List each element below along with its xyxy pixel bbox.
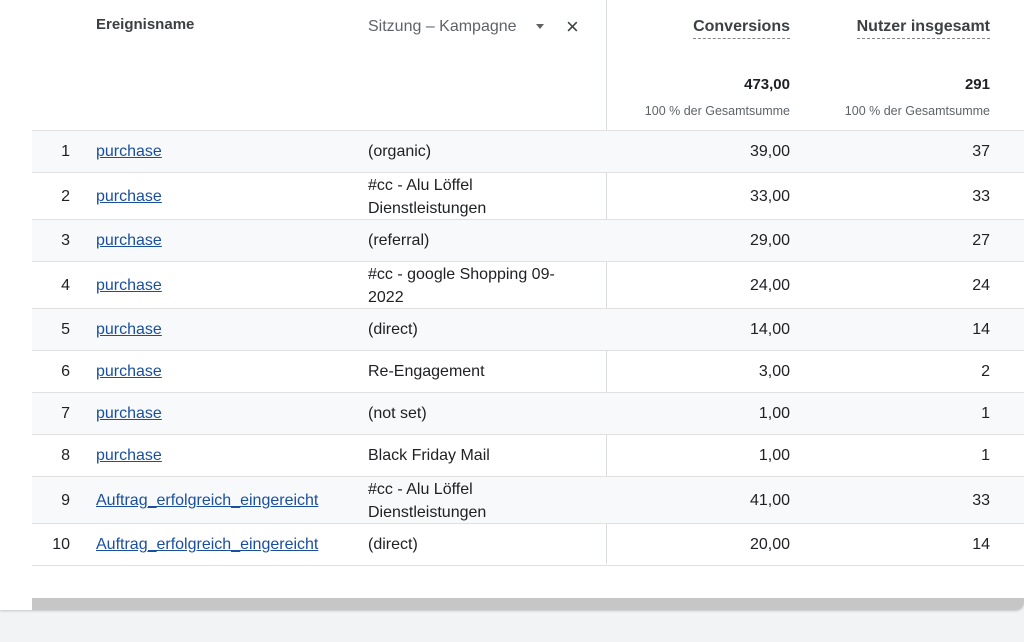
users-cell: 2 <box>981 363 990 380</box>
event-link[interactable]: Auftrag_erfolgreich_eingereicht <box>96 492 318 510</box>
campaign-cell: #cc - Alu Löffel Dienstleistungen <box>368 481 487 521</box>
table-row: 3 purchase (referral) 29,00 27 <box>32 220 1024 262</box>
users-cell: 37 <box>972 143 990 160</box>
event-link[interactable]: purchase <box>96 447 162 465</box>
conversions-total: 473,00 <box>744 76 790 93</box>
row-number: 3 <box>61 232 70 249</box>
campaign-cell: (direct) <box>368 321 418 338</box>
event-link[interactable]: purchase <box>96 143 162 161</box>
event-link[interactable]: purchase <box>96 277 162 295</box>
table-row: 2 purchase #cc - Alu Löffel Dienstleistu… <box>32 173 1024 220</box>
users-cell: 1 <box>981 447 990 464</box>
table-row: 7 purchase (not set) 1,00 1 <box>32 393 1024 435</box>
report-card: Ereignisname Sitzung – Kampagne × Conver… <box>0 0 1024 610</box>
users-total: 291 <box>964 76 990 93</box>
conversions-cell: 14,00 <box>749 321 790 338</box>
users-total-percent: 100 % der Gesamtsumme <box>844 104 990 118</box>
row-number: 5 <box>61 321 70 338</box>
event-name-column-header: Ereignisname <box>96 16 195 33</box>
event-link[interactable]: Auftrag_erfolgreich_eingereicht <box>96 536 318 554</box>
conversions-cell: 33,00 <box>749 188 790 205</box>
conversions-cell: 20,00 <box>749 536 790 553</box>
row-number: 10 <box>52 536 70 553</box>
table-row: 9 Auftrag_erfolgreich_eingereicht #cc - … <box>32 477 1024 524</box>
row-number: 9 <box>61 492 70 509</box>
row-number: 6 <box>61 363 70 380</box>
row-number: 1 <box>61 143 70 160</box>
conversions-cell: 24,00 <box>749 277 790 294</box>
event-link[interactable]: purchase <box>96 363 162 381</box>
users-cell: 33 <box>972 492 990 509</box>
campaign-cell: #cc - Alu Löffel Dienstleistungen <box>368 177 487 217</box>
conversions-cell: 39,00 <box>749 143 790 160</box>
data-table: Ereignisname Sitzung – Kampagne × Conver… <box>32 0 1024 566</box>
dimension-selector[interactable]: Sitzung – Kampagne <box>368 18 517 36</box>
campaign-cell: Black Friday Mail <box>368 447 490 464</box>
event-link[interactable]: purchase <box>96 321 162 339</box>
campaign-cell: Re-Engagement <box>368 363 485 380</box>
table-row: 10 Auftrag_erfolgreich_eingereicht (dire… <box>32 524 1024 566</box>
conversions-cell: 29,00 <box>749 232 790 249</box>
campaign-cell: (referral) <box>368 232 430 249</box>
dropdown-caret-icon[interactable] <box>536 24 544 29</box>
row-number: 7 <box>61 405 70 422</box>
conversions-cell: 1,00 <box>758 405 790 422</box>
conversions-column-header[interactable]: Conversions <box>693 18 790 39</box>
table-row: 6 purchase Re-Engagement 3,00 2 <box>32 351 1024 393</box>
event-link[interactable]: purchase <box>96 188 162 206</box>
row-number: 8 <box>61 447 70 464</box>
table-header: Ereignisname Sitzung – Kampagne × Conver… <box>32 0 1024 131</box>
table-row: 1 purchase (organic) 39,00 37 <box>32 131 1024 173</box>
users-cell: 1 <box>981 405 990 422</box>
conversions-cell: 3,00 <box>758 363 790 380</box>
campaign-cell: #cc - google Shopping 09-2022 <box>368 266 555 306</box>
row-number: 2 <box>61 188 70 205</box>
conversions-cell: 1,00 <box>758 447 790 464</box>
conversions-total-percent: 100 % der Gesamtsumme <box>644 104 790 118</box>
users-cell: 24 <box>972 277 990 294</box>
close-icon[interactable]: × <box>566 14 579 40</box>
row-number: 4 <box>61 277 70 294</box>
table-row: 5 purchase (direct) 14,00 14 <box>32 309 1024 351</box>
horizontal-scrollbar[interactable] <box>32 598 1024 610</box>
event-link[interactable]: purchase <box>96 405 162 423</box>
table-body: 1 purchase (organic) 39,00 37 2 purchase… <box>32 131 1024 566</box>
users-cell: 33 <box>972 188 990 205</box>
campaign-cell: (organic) <box>368 143 432 160</box>
conversions-cell: 41,00 <box>749 492 790 509</box>
table-row: 8 purchase Black Friday Mail 1,00 1 <box>32 435 1024 477</box>
users-column-header[interactable]: Nutzer insgesamt <box>856 18 990 39</box>
campaign-cell: (direct) <box>368 536 418 553</box>
event-link[interactable]: purchase <box>96 232 162 250</box>
users-cell: 27 <box>972 232 990 249</box>
campaign-cell: (not set) <box>368 405 427 422</box>
users-cell: 14 <box>972 536 990 553</box>
table-row: 4 purchase #cc - google Shopping 09-2022… <box>32 262 1024 309</box>
users-cell: 14 <box>972 321 990 338</box>
